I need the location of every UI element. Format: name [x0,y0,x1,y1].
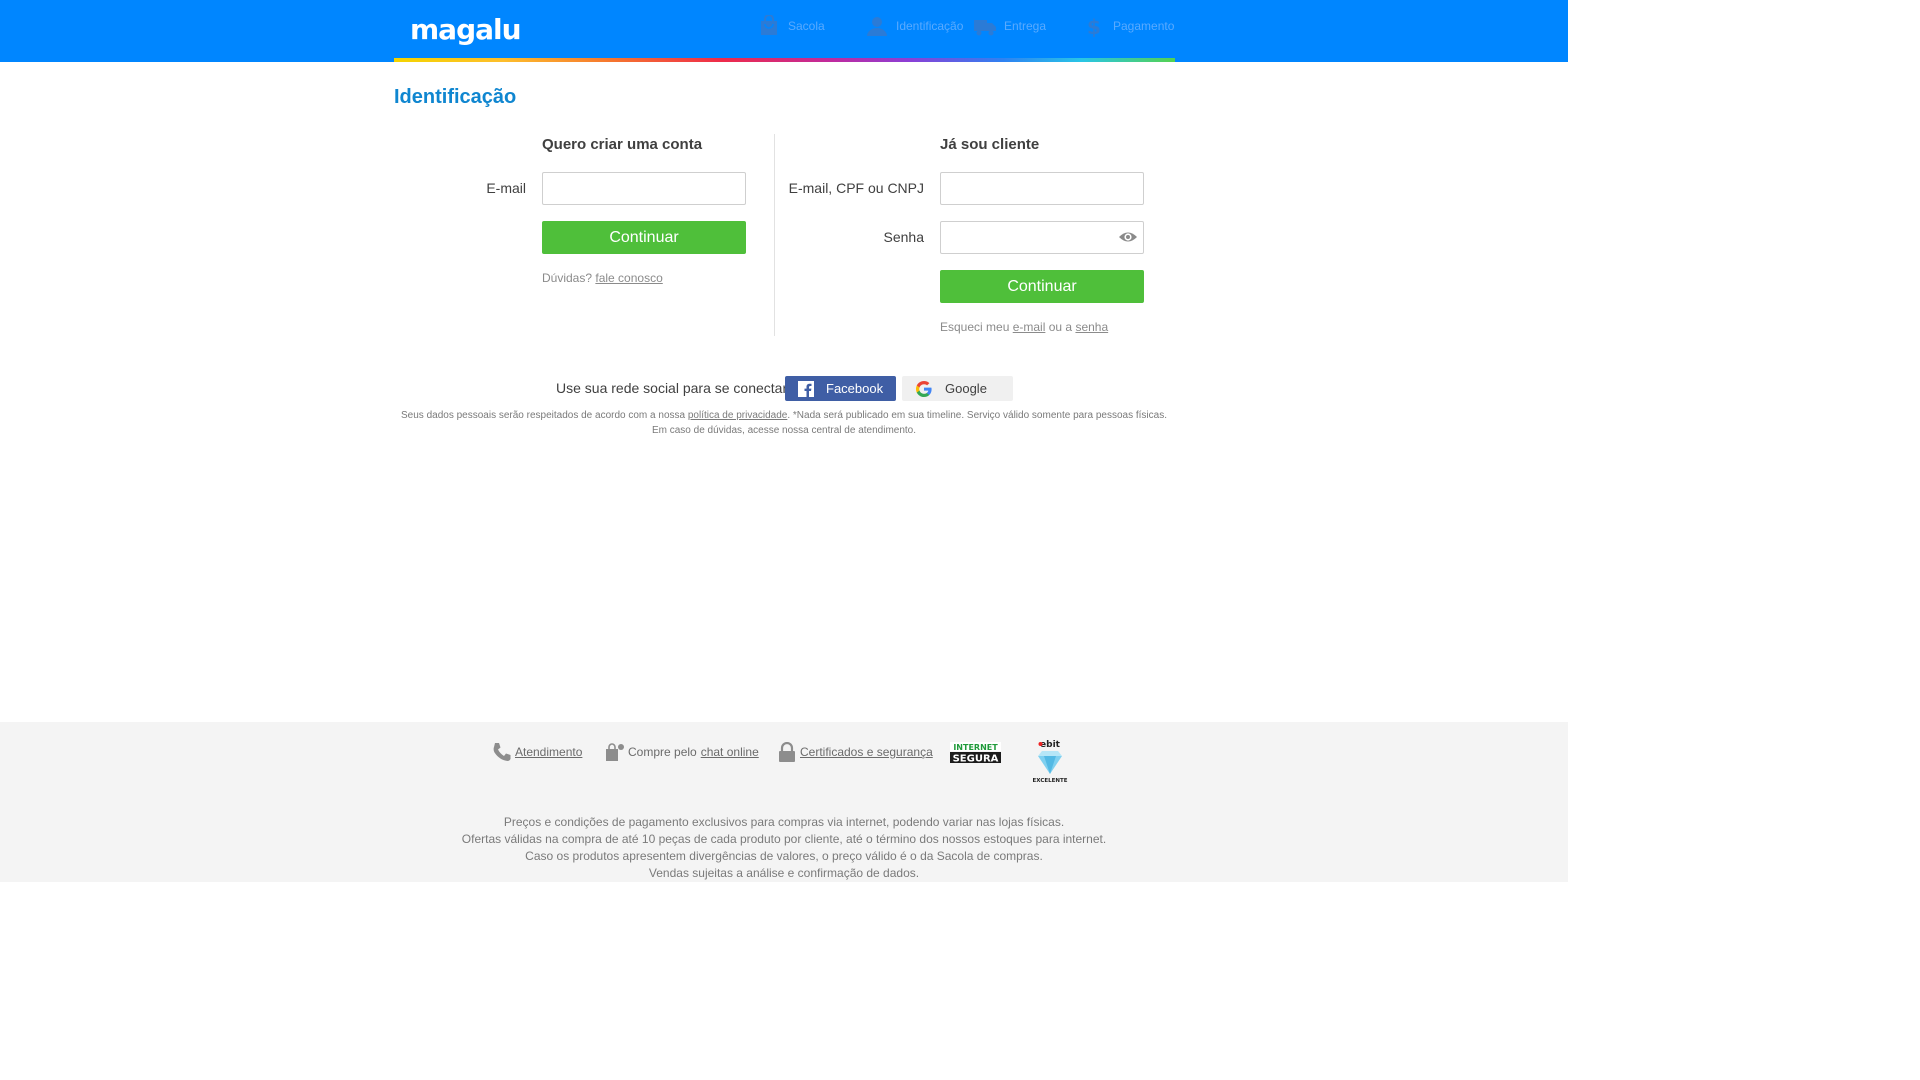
forgot-text: Esqueci meu e-mail ou a senha [940,320,1108,334]
facebook-icon [798,380,814,397]
forgot-password-link[interactable]: senha [1075,320,1108,334]
create-account-title: Quero criar uma conta [542,136,703,153]
privacy-policy-link[interactable]: política de privacidade [688,410,788,421]
privacy-note: Seus dados pessoais serão respeitados de… [394,408,1174,438]
page-title: Identificação [394,86,517,108]
google-button[interactable]: Google [902,376,1013,401]
step-label: Sacola [788,19,825,33]
bag-icon [758,14,780,37]
help-text: Dúvidas? fale conosco [542,271,663,285]
svg-text:EXCELENTE: EXCELENTE [1033,778,1068,784]
step-label: Entrega [1004,19,1047,33]
ebit-seal[interactable]: ebit EXCELENTE [1030,738,1070,784]
help-prefix: Dúvidas? [542,271,593,285]
eye-icon[interactable] [1118,229,1138,245]
rainbow-bar [394,58,1175,62]
disclaimer-line: Ofertas válidas na compra de até 10 peça… [461,832,1107,846]
login-user-input[interactable] [940,172,1144,205]
google-icon [916,380,932,397]
disclaimer-line: Vendas sujeitas a análise e confirmação … [648,866,920,880]
step-label: Identificação [896,19,964,33]
column-divider [774,134,775,336]
login-password-input[interactable] [940,221,1144,254]
disclaimer-line: Preços e condições de pagamento exclusiv… [503,815,1065,829]
user-icon [866,15,888,37]
create-email-input[interactable] [542,172,746,205]
svg-text:INTERNET: INTERNET [953,743,998,752]
step-pagamento: $ Pagamento [1083,14,1175,39]
internet-segura-seal[interactable]: INTERNET SEGURA [950,742,1001,765]
phone-icon [492,742,512,762]
password-label: Senha [883,229,924,245]
social-prompt: Use sua rede social para se conectar* [556,380,793,396]
lock-icon [777,741,797,762]
contact-link[interactable]: fale conosco [595,271,662,285]
google-label: Google [945,381,987,396]
login-title: Já sou cliente [940,136,1040,153]
step-entrega: Entrega [974,14,1046,38]
forgot-email-link[interactable]: e-mail [1013,320,1046,334]
facebook-label: Facebook [826,381,884,396]
footer-certificados[interactable]: Certificados e segurança [777,741,933,763]
certificados-link[interactable]: Certificados e segurança [800,745,933,759]
chat-online-link[interactable]: chat online [701,745,759,759]
forgot-or: ou a [1048,320,1073,334]
footer-atendimento[interactable]: Atendimento [492,741,582,763]
chat-bag-icon [605,742,625,762]
privacy-prefix: Seus dados pessoais serão respeitados de… [401,410,686,421]
magalu-logo[interactable]: magalu [410,13,522,47]
svg-text:SEGURA: SEGURA [953,754,999,764]
privacy-line2: Em caso de dúvidas, acesse nossa central… [651,425,917,436]
privacy-suffix: . *Nada será publicado em sua timeline. … [787,410,1167,421]
disclaimer-line: Caso os produtos apresentem divergências… [525,849,1043,863]
svg-text:ebit: ebit [1040,740,1061,750]
email-label: E-mail [486,180,526,196]
svg-text:$: $ [1087,15,1101,37]
step-sacola: Sacola [758,14,825,38]
truck-icon [974,15,996,37]
footer-disclaimer: Preços e condições de pagamento exclusiv… [394,814,1174,882]
atendimento-link[interactable]: Atendimento [515,745,582,759]
dollar-icon: $ [1083,15,1105,39]
footer-chat: Compre pelo chat online [605,741,759,763]
chat-prefix: Compre pelo [628,745,697,759]
step-identificacao: Identificação [866,14,963,38]
create-continue-button[interactable]: Continuar [542,221,746,254]
step-label: Pagamento [1113,19,1175,33]
user-label: E-mail, CPF ou CNPJ [788,180,924,196]
forgot-prefix: Esqueci meu [940,320,1010,334]
login-continue-button[interactable]: Continuar [940,270,1144,303]
facebook-button[interactable]: Facebook [785,376,896,401]
